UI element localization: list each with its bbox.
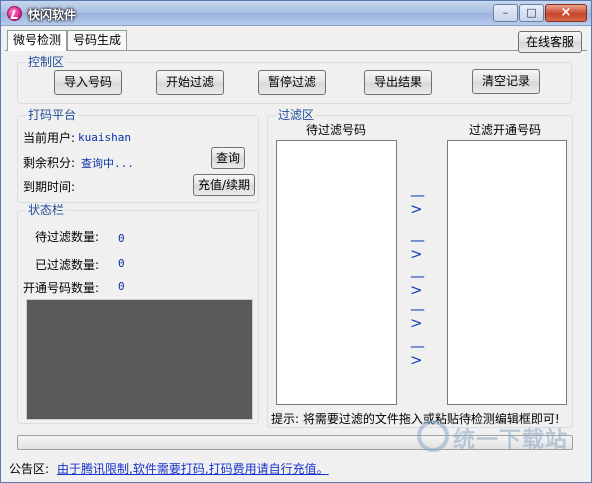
window-title: 快闪软件 [28, 8, 77, 22]
filter-area-title: 过滤区 [276, 108, 317, 122]
close-button[interactable]: × [545, 4, 587, 22]
clear-records-button[interactable]: 清空记录 [472, 69, 540, 94]
pending-count-label: 待过滤数量: [35, 230, 100, 244]
notice-label: 公告区: [9, 462, 50, 476]
import-numbers-button[interactable]: 导入号码 [54, 70, 122, 95]
opened-count-label: 开通号码数量: [23, 281, 100, 295]
arrow-right-icon: —> [410, 267, 425, 299]
arrow-right-icon: —> [410, 186, 425, 218]
watermark-text: 统一下载站 [453, 428, 569, 453]
pending-count-value: 0 [118, 232, 125, 245]
opened-numbers-header: 过滤开通号码 [469, 123, 542, 137]
arrow-right-icon: —> [410, 337, 425, 369]
minimize-button[interactable]: – [493, 4, 518, 22]
remaining-points-value: 查询中... [81, 157, 134, 170]
current-user-value: kuaishan [78, 131, 131, 144]
status-log-panel[interactable] [26, 299, 253, 420]
pause-filter-button[interactable]: 暂停过滤 [258, 70, 326, 95]
notice-link[interactable]: 由于腾讯限制,软件需要打码,打码费用请自行充值。 [57, 462, 329, 476]
pending-numbers-header: 待过滤号码 [306, 123, 367, 137]
arrow-right-icon: —> [410, 300, 425, 332]
query-button[interactable]: 查询 [211, 147, 245, 169]
platform-title: 打码平台 [26, 108, 79, 122]
app-logo-icon [7, 6, 22, 21]
control-area-title: 控制区 [26, 55, 67, 69]
filtered-count-label: 已过滤数量: [35, 258, 100, 272]
tab-divider [5, 50, 587, 51]
main-window: 快闪软件 – □ × 微号检测 号码生成 在线客服 控制区 导入号码 开始过滤 … [0, 0, 592, 483]
online-service-button[interactable]: 在线客服 [518, 31, 582, 53]
current-user-label: 当前用户: [23, 131, 76, 145]
expire-time-label: 到期时间: [23, 180, 76, 194]
opened-count-value: 0 [118, 280, 125, 293]
minimize-icon: – [502, 6, 509, 19]
arrow-right-icon: —> [410, 231, 425, 263]
close-icon: × [560, 5, 572, 20]
maximize-button[interactable]: □ [519, 4, 544, 22]
start-filter-button[interactable]: 开始过滤 [156, 70, 224, 95]
remaining-points-label: 剩余积分: [23, 156, 76, 170]
maximize-icon: □ [526, 6, 537, 19]
export-results-button[interactable]: 导出结果 [364, 70, 432, 95]
pending-numbers-textbox[interactable] [276, 140, 397, 405]
watermark: 统一下载站 [409, 416, 589, 464]
filtered-count-value: 0 [118, 257, 125, 270]
tab-number-generate[interactable]: 号码生成 [67, 30, 128, 50]
tab-weihao-check[interactable]: 微号检测 [7, 30, 68, 51]
status-title: 状态栏 [26, 203, 67, 217]
recharge-button[interactable]: 充值/续期 [193, 174, 255, 196]
title-bar[interactable]: 快闪软件 – □ × [1, 1, 591, 26]
watermark-logo-icon [417, 420, 449, 452]
opened-numbers-textbox[interactable] [447, 140, 567, 405]
